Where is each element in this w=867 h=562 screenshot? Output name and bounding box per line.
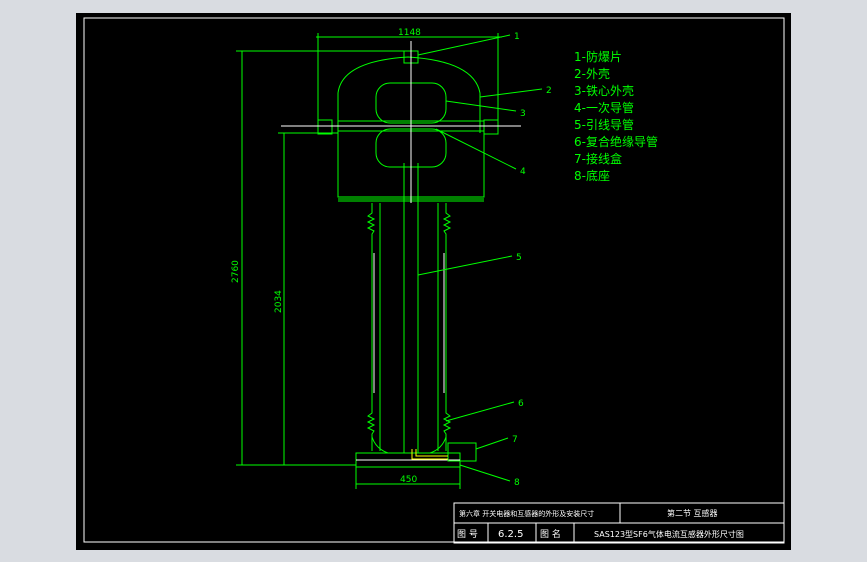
legend-item-2: 2-外壳 xyxy=(574,67,610,81)
leader-1: 1 xyxy=(514,32,520,42)
figure-name: SAS123型SF6气体电流互感器外形尺寸图 xyxy=(594,529,744,539)
drawing-frame xyxy=(83,17,785,543)
leader-line-2 xyxy=(479,88,543,98)
legend: 1-防爆片 2-外壳 3-铁心外壳 4-一次导管 5-引线导管 6-复合绝缘导管… xyxy=(574,49,658,183)
cad-canvas: 1148 2760 2034 450 1 2 3 4 5 6 7 8 1-防爆片… xyxy=(76,13,791,550)
figure-no-label: 图 号 xyxy=(457,529,478,540)
bottom-flare-left xyxy=(371,436,392,454)
terminal-box xyxy=(447,442,477,462)
leader-line-6 xyxy=(445,401,515,422)
right-flange xyxy=(483,119,499,135)
leader-5: 5 xyxy=(516,253,522,263)
dimensions: 1148 2760 2034 450 xyxy=(231,28,502,489)
left-flange xyxy=(317,119,333,135)
head-dome xyxy=(337,56,481,133)
leader-7: 7 xyxy=(512,435,518,445)
figure-no: 6.2.5 xyxy=(498,529,523,540)
legend-item-5: 5-引线导管 xyxy=(574,117,634,132)
leader-4: 4 xyxy=(520,167,526,177)
leader-6: 6 xyxy=(518,399,524,409)
insulator-left xyxy=(366,203,376,451)
terminal-wires xyxy=(411,449,448,460)
bottom-flare-right xyxy=(426,436,447,454)
leader-2: 2 xyxy=(546,86,552,96)
legend-item-1: 1-防爆片 xyxy=(574,49,622,64)
dim-base-width: 450 xyxy=(400,475,417,485)
leader-3: 3 xyxy=(520,109,526,119)
leader-line-4 xyxy=(435,128,517,170)
dim-body-height: 2034 xyxy=(274,290,284,313)
leader-line-7 xyxy=(475,437,509,450)
transformer-drawing: 1148 2760 2034 450 1 2 3 4 5 6 7 8 1-防爆片… xyxy=(83,17,785,544)
chapter-title: 第六章 开关电器和互感器的外形及安装尺寸 xyxy=(459,509,594,518)
leader-line-8 xyxy=(459,464,511,482)
section-title: 第二节 互感器 xyxy=(667,508,718,518)
legend-item-4: 4-一次导管 xyxy=(574,100,634,115)
legend-item-3: 3-铁心外壳 xyxy=(574,84,634,98)
legend-item-7: 7-接线盒 xyxy=(574,151,622,166)
figure-name-label: 图 名 xyxy=(540,528,561,540)
legend-item-6: 6-复合绝缘导管 xyxy=(574,134,658,149)
legend-item-8: 8-底座 xyxy=(574,168,610,183)
title-block: 第六章 开关电器和互感器的外形及安装尺寸 第二节 互感器 图 号 6.2.5 图… xyxy=(453,502,785,544)
leader-line-3 xyxy=(445,100,517,112)
leader-8: 8 xyxy=(514,478,520,488)
insulator-right xyxy=(442,203,452,451)
transformer-body xyxy=(281,41,521,468)
leader-line-5 xyxy=(417,255,513,276)
dim-total-height: 2760 xyxy=(231,260,241,283)
dim-top-width: 1148 xyxy=(398,28,421,38)
leader-line-1 xyxy=(417,34,511,56)
